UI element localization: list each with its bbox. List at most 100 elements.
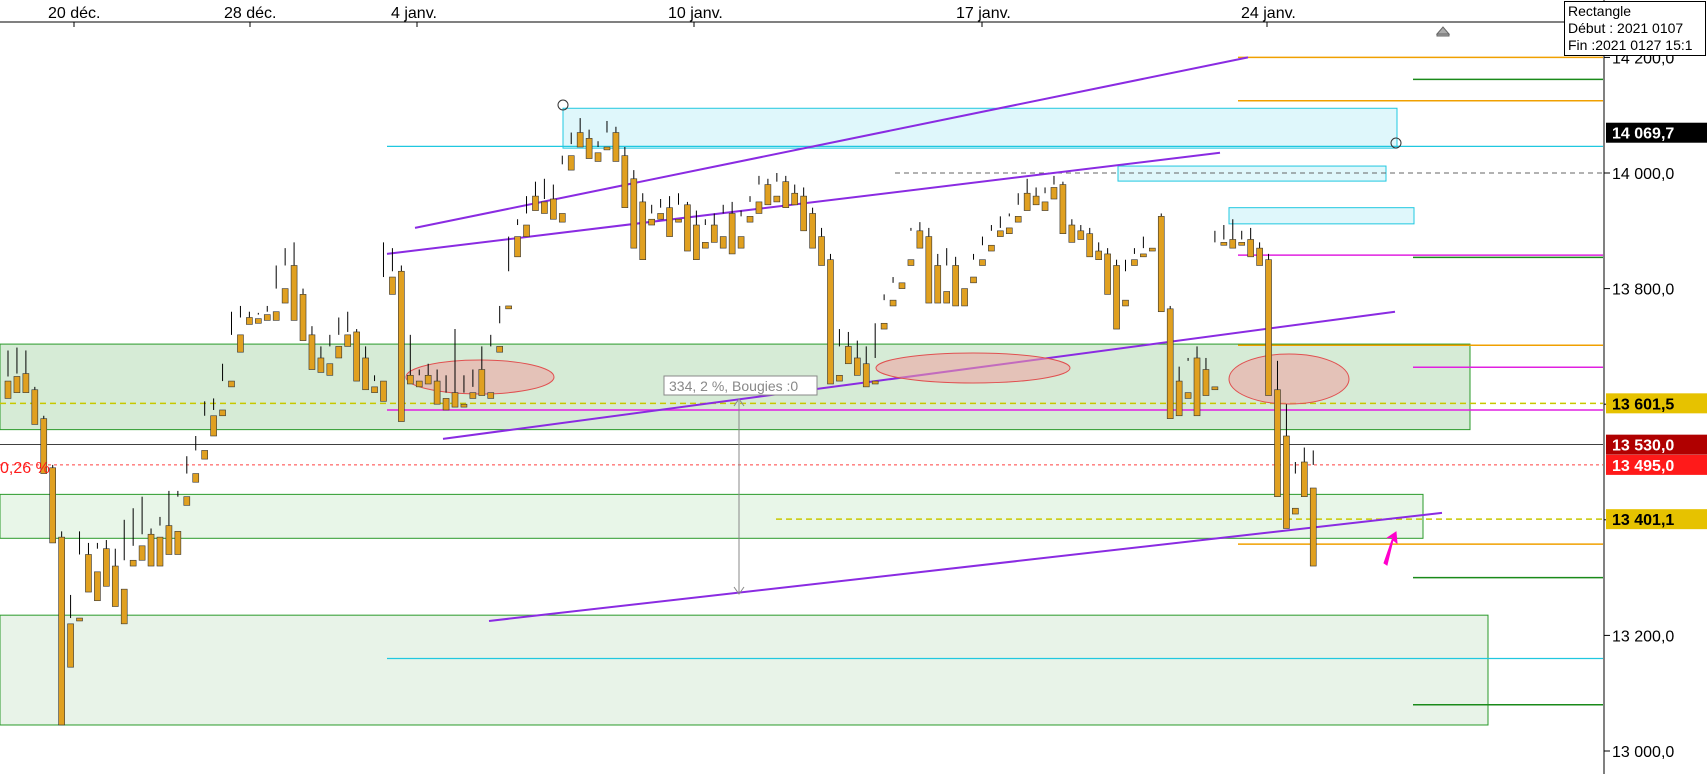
candle-body <box>147 533 155 567</box>
candle-body <box>344 334 352 347</box>
candle-body <box>496 346 504 353</box>
candle-body <box>532 195 539 211</box>
candle-body <box>371 386 378 393</box>
candle-body <box>49 467 57 544</box>
candle-body <box>1014 216 1022 223</box>
candle-body <box>693 224 700 261</box>
candle-body <box>22 373 30 393</box>
candle-body <box>1247 239 1254 258</box>
candle-body <box>389 276 396 295</box>
price-tag-label: 13 601,5 <box>1612 396 1674 413</box>
candle-body <box>1274 389 1281 497</box>
percent-label: 0,26 % <box>0 460 50 477</box>
candle-body <box>630 178 638 249</box>
candle-body <box>183 496 191 506</box>
info-box-start: Début : 2021 0107 <box>1568 20 1684 36</box>
candle-body <box>791 192 799 206</box>
candle-body <box>988 244 995 252</box>
candle-body <box>657 213 664 220</box>
candle-body <box>1220 242 1228 246</box>
candle-body <box>76 617 83 622</box>
candle-body <box>1265 259 1272 396</box>
candle-body <box>1238 242 1246 246</box>
candle-body <box>1149 247 1156 252</box>
candle-body <box>639 201 647 260</box>
candle-body <box>210 415 217 437</box>
candle-body <box>129 559 137 567</box>
candle-body <box>1113 265 1120 330</box>
candle-body <box>1068 224 1076 243</box>
candle-body <box>862 363 870 388</box>
candle-body <box>684 204 691 252</box>
candle-body <box>263 314 271 321</box>
candle-body <box>1193 357 1201 417</box>
y-tick-label: 13 200,0 <box>1612 628 1674 645</box>
candle-body <box>505 305 512 310</box>
candle-body <box>335 346 343 359</box>
candle-body <box>728 213 736 255</box>
candle-body <box>442 398 450 411</box>
candle-body <box>853 357 861 376</box>
candle-body <box>380 380 387 402</box>
candle-body <box>943 291 951 304</box>
candle-body <box>120 588 128 625</box>
candle-body <box>4 380 12 399</box>
candle-body <box>424 374 432 385</box>
candle-body <box>809 213 816 249</box>
candle-body <box>1292 507 1299 515</box>
candle-body <box>237 334 244 353</box>
price-tag-label: 13 495,0 <box>1612 458 1674 475</box>
candle-body <box>576 132 584 148</box>
candle-body <box>710 224 718 243</box>
candle-body <box>326 363 334 376</box>
candle-body <box>961 288 968 307</box>
candle-body <box>952 265 959 307</box>
candle-body <box>755 201 763 214</box>
candle-body <box>1283 435 1290 529</box>
candle-body <box>746 216 754 223</box>
candle-body <box>67 623 74 668</box>
candle-body <box>514 236 521 258</box>
candle-body <box>1166 308 1174 419</box>
candle-body <box>165 525 173 555</box>
candle-body <box>800 195 807 232</box>
resistance-rect-top <box>562 107 1398 149</box>
candle-body <box>523 224 530 237</box>
candle-body <box>1211 386 1219 391</box>
candlestick-chart: 334, 2 %, Bougies :0 0,26 % 13 000,0 13 200… <box>0 0 1707 774</box>
candle-body <box>1157 216 1165 313</box>
info-box-title: Rectangle <box>1568 3 1632 19</box>
candle-body <box>272 311 280 321</box>
candle-body <box>1023 192 1031 211</box>
candle-body <box>1229 239 1237 249</box>
candle-body <box>970 276 977 284</box>
candle-body <box>469 392 477 399</box>
candle-body <box>719 236 727 249</box>
candle-body <box>934 265 942 304</box>
support-zone-middle <box>0 493 1424 539</box>
candle-body <box>1122 299 1129 307</box>
candle-body <box>255 318 262 324</box>
candle-body <box>666 207 673 237</box>
candle-body <box>460 403 468 408</box>
candle-body <box>487 392 495 399</box>
candle-body <box>737 236 745 249</box>
candle-body <box>621 155 629 208</box>
candle-body <box>925 236 933 304</box>
candle-body <box>156 536 164 567</box>
candle-body <box>103 548 110 587</box>
price-tag-label: 13 530,0 <box>1612 438 1674 455</box>
price-tag-label: 14 069,7 <box>1612 126 1674 143</box>
candle-body <box>997 230 1004 237</box>
highlight-ellipse-2 <box>875 352 1071 384</box>
support-zone-lower <box>0 614 1489 726</box>
candle-body <box>451 392 459 408</box>
candle-body <box>1095 250 1102 260</box>
x-tick-label: 10 janv. <box>668 5 723 22</box>
candle-body <box>1077 230 1085 240</box>
candle-body <box>58 536 65 726</box>
candle-body <box>558 213 566 223</box>
candle-body <box>648 218 655 226</box>
candle-body <box>1005 227 1013 234</box>
candle-body <box>880 322 888 330</box>
